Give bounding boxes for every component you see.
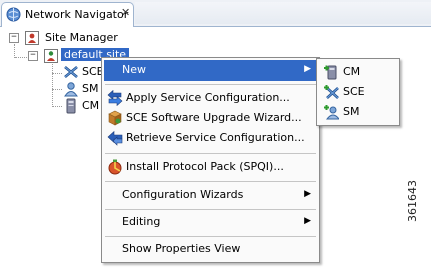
tab-title: Network Navigator (25, 8, 129, 21)
submenu-arrow-icon: ▶ (304, 216, 311, 226)
tree-line (15, 57, 27, 58)
menu-item-label: Show Properties View (122, 242, 241, 255)
menu-separator (105, 181, 316, 182)
menu-item-label: New (122, 63, 146, 76)
menu-item-label: SCE Software Upgrade Wizard... (126, 111, 302, 124)
menu-item-label: Retrieve Service Configuration... (126, 131, 305, 144)
tab-network-navigator[interactable]: Network Navigator ✕ (1, 2, 134, 27)
submenu-item-sm[interactable]: SM (319, 102, 397, 122)
view-tab-strip: Network Navigator ✕ (0, 0, 431, 27)
network-navigator-icon (6, 7, 21, 22)
tree-line (52, 89, 62, 90)
site-manager-icon (24, 30, 40, 46)
menu-separator (105, 84, 316, 85)
menu-item-show-properties-view[interactable]: Show Properties View (104, 239, 317, 260)
collapse-toggle[interactable]: − (28, 51, 38, 61)
tab-strip-background (135, 2, 431, 24)
new-cm-icon (323, 64, 339, 80)
menu-separator (105, 153, 316, 154)
submenu-item-sce[interactable]: SCE (319, 82, 397, 102)
context-menu: New ▶ Apply Service Configuration... SCE… (101, 57, 320, 263)
new-sce-icon (323, 84, 339, 100)
tree-line (52, 73, 62, 74)
menu-separator (105, 209, 316, 210)
site-icon (43, 48, 59, 64)
submenu-item-label: SM (343, 105, 360, 118)
menu-item-apply-service-configuration[interactable]: Apply Service Configuration... (104, 88, 317, 109)
submenu-item-label: CM (343, 65, 361, 78)
tree-node-label: SM (82, 82, 99, 95)
tree-line (14, 44, 15, 58)
menu-item-sce-software-upgrade-wizard[interactable]: SCE Software Upgrade Wizard... (104, 108, 317, 129)
tree-node-label: CM (82, 99, 100, 112)
sce-device-icon (63, 64, 79, 80)
menu-item-install-protocol-pack[interactable]: Install Protocol Pack (SPQI)... (104, 157, 317, 178)
submenu-item-label: SCE (343, 85, 365, 98)
apply-config-icon (107, 89, 123, 107)
menu-item-configuration-wizards[interactable]: Configuration Wizards ▶ (104, 185, 317, 206)
collapse-toggle[interactable]: − (9, 33, 19, 43)
new-submenu: CM SCE SM (316, 58, 400, 126)
submenu-arrow-icon: ▶ (304, 64, 311, 74)
menu-item-retrieve-service-configuration[interactable]: Retrieve Service Configuration... (104, 128, 317, 149)
submenu-arrow-icon: ▶ (304, 189, 311, 199)
figure-id: 361643 (406, 180, 419, 222)
tree-line (52, 106, 62, 107)
menu-item-label: Configuration Wizards (122, 188, 244, 201)
sm-device-icon (63, 81, 79, 97)
upgrade-wizard-icon (107, 110, 123, 126)
menu-item-label: Install Protocol Pack (SPQI)... (126, 160, 284, 173)
tree-node-label: Site Manager (45, 31, 118, 44)
cm-device-icon (63, 98, 79, 114)
menu-separator (105, 236, 316, 237)
new-sm-icon (323, 104, 341, 120)
close-icon[interactable]: ✕ (121, 6, 130, 19)
menu-item-new[interactable]: New ▶ (104, 60, 317, 81)
retrieve-config-icon (107, 130, 123, 146)
tree-line (52, 61, 53, 107)
submenu-item-cm[interactable]: CM (319, 62, 397, 82)
menu-item-editing[interactable]: Editing ▶ (104, 212, 317, 233)
protocol-pack-icon (107, 159, 123, 175)
menu-item-label: Editing (122, 215, 161, 228)
menu-item-label: Apply Service Configuration... (126, 91, 290, 104)
